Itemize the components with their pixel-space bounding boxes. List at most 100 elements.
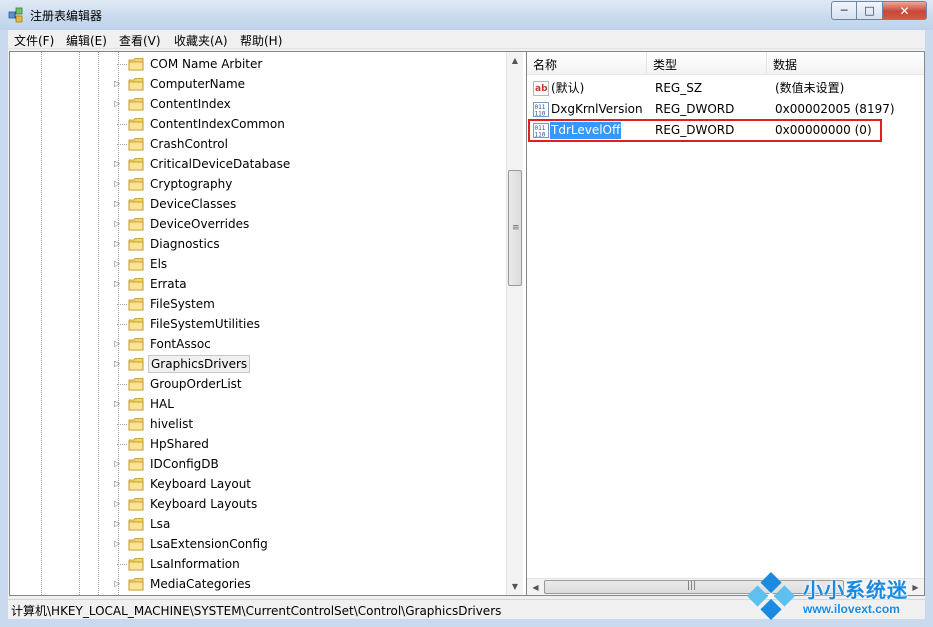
expand-arrow-icon[interactable]: ▷ (114, 99, 123, 109)
folder-icon (128, 337, 144, 351)
folder-icon (128, 97, 144, 111)
column-header-name[interactable]: 名称 (527, 52, 647, 75)
tree-node[interactable]: CrashControl (114, 134, 504, 154)
tree-node[interactable]: ▷ Cryptography (114, 174, 504, 194)
tree-node[interactable]: FileSystem (114, 294, 504, 314)
tree-node-label: GroupOrderList (150, 377, 242, 391)
tree-node[interactable]: GroupOrderList (114, 374, 504, 394)
expand-arrow-icon[interactable]: ▷ (114, 219, 123, 229)
tree-node[interactable]: COM Name Arbiter (114, 54, 504, 74)
scroll-grip-icon: ≡ (512, 223, 520, 233)
tree-vertical-scrollbar[interactable]: ▲ ≡ ▼ (506, 52, 523, 595)
expand-arrow-icon[interactable]: ▷ (114, 499, 123, 509)
expand-arrow-icon[interactable]: ▷ (114, 339, 123, 349)
scroll-up-arrow-icon[interactable]: ▲ (507, 52, 523, 69)
tree-node[interactable]: ▷ FontAssoc (114, 334, 504, 354)
tree-node[interactable]: ▷ Keyboard Layout (114, 474, 504, 494)
tree-node[interactable]: ▷ CriticalDeviceDatabase (114, 154, 504, 174)
window-frame-left (0, 30, 8, 620)
menu-help[interactable]: 帮助(H) (240, 32, 282, 49)
expand-arrow-icon[interactable]: ▷ (114, 199, 123, 209)
value-row[interactable]: 011 110 DxgKrnlVersion REG_DWORD 0x00002005 … (527, 99, 924, 120)
status-key-path: 计算机\HKEY_LOCAL_MACHINE\SYSTEM\CurrentCon… (11, 604, 502, 618)
watermark-logo-icon (746, 571, 796, 621)
tree-node[interactable]: FileSystemUtilities (114, 314, 504, 334)
tree-node[interactable]: ▷ LsaExtensionConfig (114, 534, 504, 554)
expand-arrow-icon[interactable]: ▷ (114, 279, 123, 289)
expand-arrow-icon[interactable]: ▷ (114, 359, 123, 369)
expand-arrow-icon[interactable]: ▷ (114, 239, 123, 249)
minimize-button[interactable]: ─ (831, 1, 857, 20)
column-header-type[interactable]: 类型 (647, 52, 767, 75)
tree-node-label: ComputerName (150, 77, 246, 91)
value-type: REG_SZ (655, 81, 703, 95)
window-frame-right (925, 30, 933, 620)
scroll-down-arrow-icon[interactable]: ▼ (507, 578, 523, 595)
tree-node-label: hivelist (150, 417, 194, 431)
tree-connector-line (117, 444, 127, 445)
folder-icon (128, 217, 144, 231)
tree-node[interactable]: hivelist (114, 414, 504, 434)
folder-icon (128, 477, 144, 491)
title-bar[interactable]: 注册表编辑器 ─ □ ✕ (0, 0, 933, 30)
expand-arrow-icon[interactable]: ▷ (114, 399, 123, 409)
tree-connector-line (117, 564, 127, 565)
expand-arrow-icon[interactable]: ▷ (114, 159, 123, 169)
close-button[interactable]: ✕ (883, 1, 927, 20)
tree-connector-line (117, 144, 127, 145)
tree-node-label: LsaInformation (150, 557, 240, 571)
tree-node[interactable]: ▷ Keyboard Layouts (114, 494, 504, 514)
tree-node-label: CriticalDeviceDatabase (150, 157, 291, 171)
tree-node[interactable]: ▷ Els (114, 254, 504, 274)
tree-node[interactable]: HpShared (114, 434, 504, 454)
expand-arrow-icon[interactable]: ▷ (114, 459, 123, 469)
folder-icon (128, 557, 144, 571)
expand-arrow-icon[interactable]: ▷ (114, 539, 123, 549)
tree-node[interactable]: ▷ GraphicsDrivers (114, 354, 504, 374)
tree-node[interactable]: ▷ DeviceOverrides (114, 214, 504, 234)
tree-node[interactable]: ▷ Diagnostics (114, 234, 504, 254)
menu-favorites[interactable]: 收藏夹(A) (174, 32, 228, 49)
tree-node[interactable]: ▷ DeviceClasses (114, 194, 504, 214)
tree-node-label: Cryptography (150, 177, 233, 191)
tree-node-label: Lsa (150, 517, 171, 531)
folder-icon (128, 297, 144, 311)
expand-arrow-icon[interactable]: ▷ (114, 479, 123, 489)
menu-view[interactable]: 查看(V) (119, 32, 161, 49)
tree-node[interactable]: LsaInformation (114, 554, 504, 574)
tree-node[interactable]: ▷ ContentIndex (114, 94, 504, 114)
tree-node[interactable]: ▷ Lsa (114, 514, 504, 534)
folder-icon (128, 417, 144, 431)
tree-node[interactable]: ▷ MediaCategories (114, 574, 504, 594)
expand-arrow-icon[interactable]: ▷ (114, 79, 123, 89)
tree-node[interactable]: ▷ IDConfigDB (114, 454, 504, 474)
tree-node-label: DeviceClasses (150, 197, 237, 211)
value-name: (默认) (551, 81, 585, 95)
maximize-button[interactable]: □ (857, 1, 883, 20)
folder-icon (128, 517, 144, 531)
registry-key-tree[interactable]: COM Name Arbiter ▷ ComputerName ▷ ContentInd… (9, 51, 529, 596)
scroll-left-arrow-icon[interactable]: ◀ (527, 579, 544, 595)
tree-node[interactable]: ▷ ComputerName (114, 74, 504, 94)
tree-node-label: DeviceOverrides (150, 217, 250, 231)
folder-icon (128, 497, 144, 511)
menu-file[interactable]: 文件(F) (14, 32, 54, 49)
menu-edit[interactable]: 编辑(E) (66, 32, 107, 49)
svg-text:110: 110 (535, 111, 546, 118)
tree-node[interactable]: ▷ Errata (114, 274, 504, 294)
tree-node[interactable]: ▷ HAL (114, 394, 504, 414)
tree-node[interactable]: ContentIndexCommon (114, 114, 504, 134)
tree-scroll-thumb[interactable]: ≡ (508, 170, 522, 286)
expand-arrow-icon[interactable]: ▷ (114, 179, 123, 189)
expand-arrow-icon[interactable]: ▷ (114, 259, 123, 269)
value-row[interactable]: ab (默认) REG_SZ (数值未设置) (527, 78, 924, 99)
expand-arrow-icon[interactable]: ▷ (114, 519, 123, 529)
registry-value-list[interactable]: 名称 类型 数据 ab (默认) REG_SZ (数值未设置) 011 110 DxgKrn… (526, 51, 925, 596)
folder-icon (128, 257, 144, 271)
column-header-data[interactable]: 数据 (767, 52, 924, 75)
tree-node[interactable]: ▷ (114, 594, 504, 595)
folder-icon (128, 117, 144, 131)
folder-icon (128, 157, 144, 171)
scroll-grip-icon: ||| (687, 581, 697, 591)
expand-arrow-icon[interactable]: ▷ (114, 579, 123, 589)
